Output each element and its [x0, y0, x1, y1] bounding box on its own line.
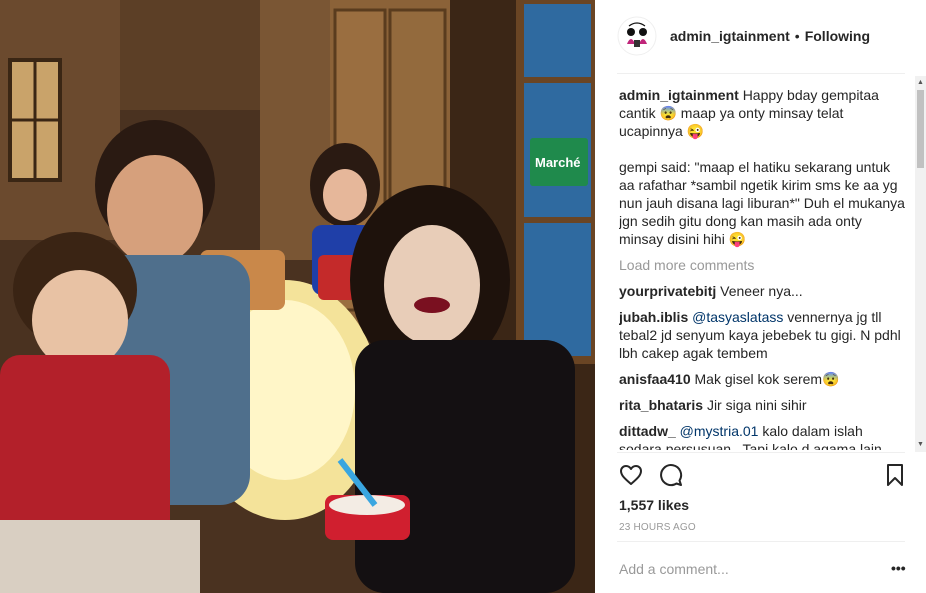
- header-text: admin_igtainment • Following: [670, 28, 870, 44]
- post-side-panel: admin_igtainment • Following admin_igtai…: [595, 0, 926, 593]
- photo-illustration: Marché: [0, 0, 595, 593]
- comment-text: Veneer nya...: [720, 283, 803, 299]
- comment-item: anisfaa410 Mak gisel kok serem😨: [619, 370, 909, 388]
- sign-text: Marché: [535, 155, 581, 170]
- comments-scrollbar[interactable]: ▲ ▼: [915, 76, 926, 452]
- save-button[interactable]: [883, 463, 907, 487]
- comment-item: yourprivatebitj Veneer nya...: [619, 282, 909, 300]
- post-photo[interactable]: Marché: [0, 0, 595, 593]
- comment-item: dittadw_ @mystria.01 kalo dalam islah so…: [619, 422, 909, 450]
- comment-username[interactable]: dittadw_: [619, 423, 676, 439]
- following-button[interactable]: Following: [805, 28, 870, 44]
- comment-item: jubah.iblis @tasyaslatass vennernya jg t…: [619, 308, 909, 362]
- bookmark-icon: [887, 464, 903, 486]
- scrollbar-thumb[interactable]: [917, 90, 924, 168]
- comment-box-divider: [617, 541, 905, 542]
- more-options-icon[interactable]: •••: [891, 560, 906, 576]
- comment-username[interactable]: rita_bhataris: [619, 397, 703, 413]
- actions-divider: [617, 452, 905, 453]
- comment-mention[interactable]: @tasyaslatass: [692, 309, 783, 325]
- avatar[interactable]: [617, 16, 657, 56]
- post-actions: [619, 463, 909, 487]
- comment-username[interactable]: anisfaa410: [619, 371, 691, 387]
- scroll-up-arrow-icon[interactable]: ▲: [916, 78, 925, 88]
- comment-text: Mak gisel kok serem😨: [694, 371, 840, 387]
- comment-mention[interactable]: @mystria.01: [680, 423, 759, 439]
- comment-username[interactable]: yourprivatebitj: [619, 283, 716, 299]
- header-divider: [617, 73, 905, 74]
- caption: admin_igtainment Happy bday gempitaa can…: [619, 86, 909, 248]
- add-comment-input[interactable]: Add a comment...: [619, 561, 729, 577]
- like-button[interactable]: [619, 463, 643, 487]
- comment-item: rita_bhataris Jir siga nini sihir: [619, 396, 909, 414]
- avatar-logo-icon: [617, 16, 657, 56]
- post-header: admin_igtainment • Following: [595, 0, 926, 72]
- likes-count[interactable]: 1,557 likes: [619, 497, 689, 513]
- heart-icon: [620, 465, 642, 485]
- scroll-down-arrow-icon[interactable]: ▼: [916, 440, 925, 450]
- comment-button[interactable]: [659, 463, 683, 487]
- comment-icon: [660, 464, 683, 487]
- caption-text-2: gempi said: "maap el hatiku sekarang unt…: [619, 159, 905, 247]
- load-more-comments-button[interactable]: Load more comments: [619, 256, 909, 274]
- header-username[interactable]: admin_igtainment: [670, 28, 790, 44]
- comment-username[interactable]: jubah.iblis: [619, 309, 688, 325]
- comments-list: admin_igtainment Happy bday gempitaa can…: [619, 86, 909, 450]
- comment-text: Jir siga nini sihir: [706, 397, 807, 413]
- caption-username[interactable]: admin_igtainment: [619, 87, 739, 103]
- header-separator: •: [794, 28, 800, 44]
- post-timestamp[interactable]: 23 HOURS AGO: [619, 522, 696, 533]
